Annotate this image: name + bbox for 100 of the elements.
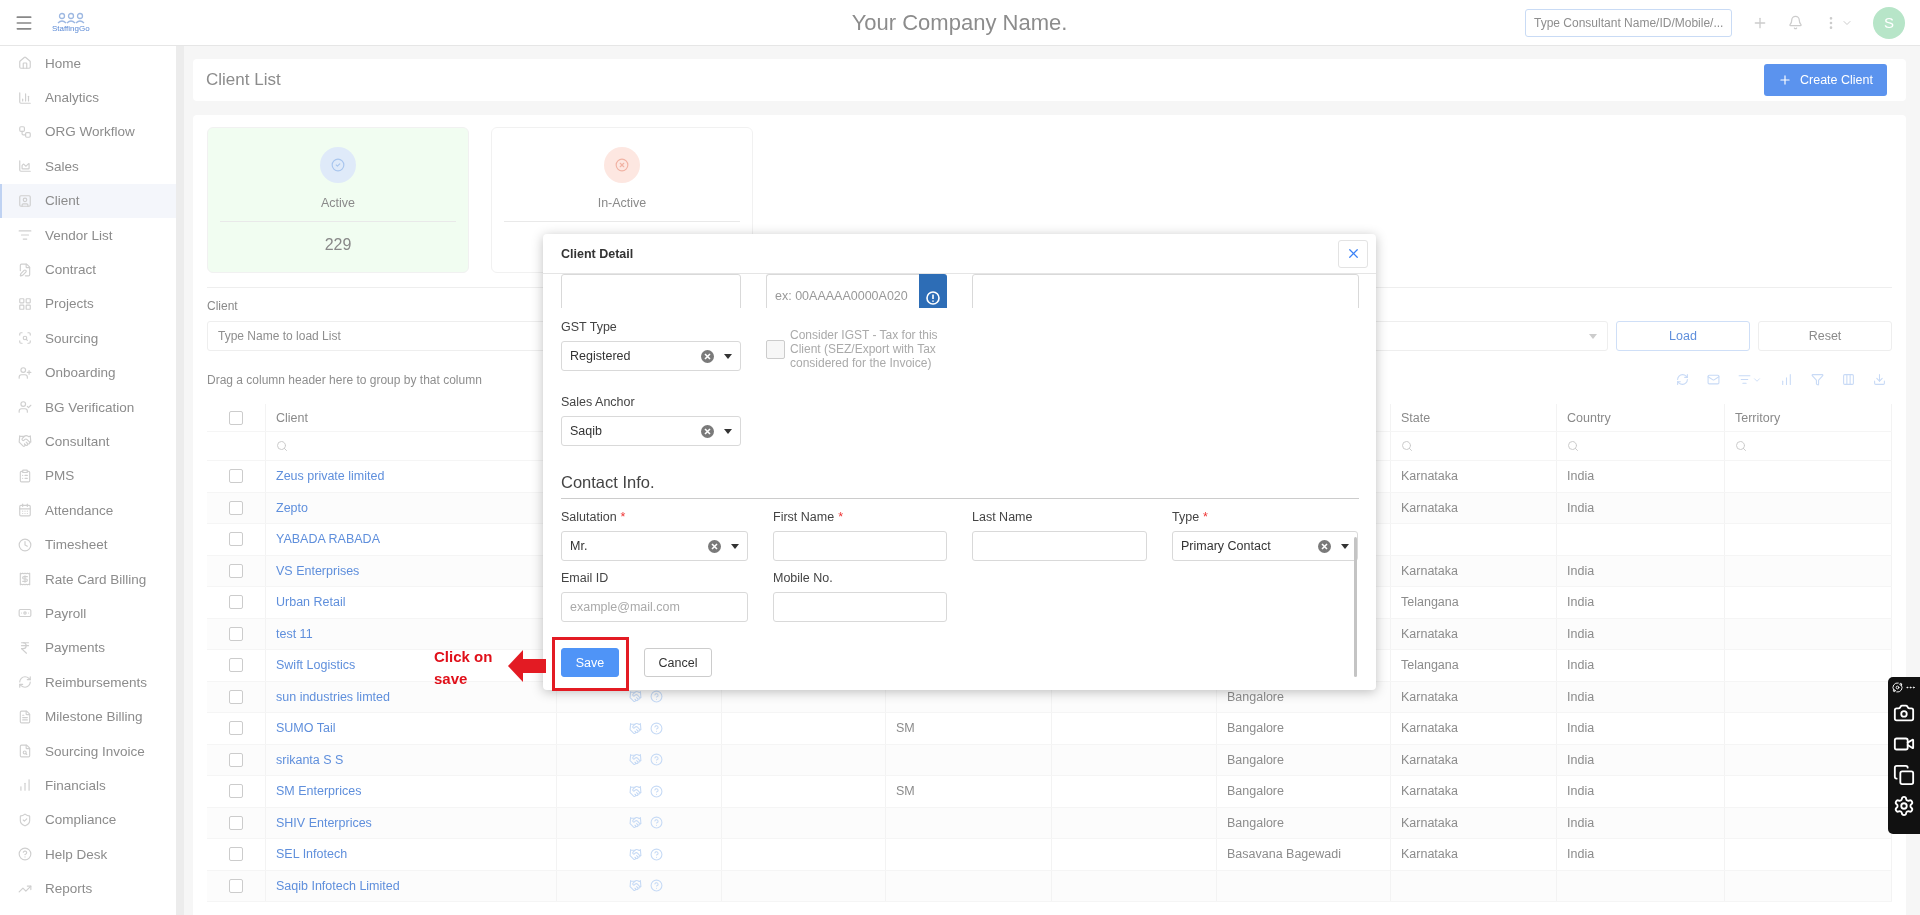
search-field[interactable]: Type Consultant Name/ID/Mobile/... xyxy=(1525,8,1732,37)
help-icon[interactable] xyxy=(650,879,663,893)
row-checkbox[interactable] xyxy=(229,815,243,830)
reset-button[interactable]: Reset xyxy=(1758,321,1892,351)
row-checkbox[interactable] xyxy=(229,721,243,736)
handshake-icon[interactable] xyxy=(629,753,642,767)
help-icon[interactable] xyxy=(650,753,663,767)
stat-card[interactable]: Active 229 xyxy=(207,127,469,273)
filter-icon[interactable] xyxy=(1811,373,1824,386)
client-link[interactable]: SM Enterprices xyxy=(276,784,362,799)
sidebar-item[interactable]: Reimbursements xyxy=(0,665,176,700)
help-icon[interactable] xyxy=(650,847,663,861)
search-icon[interactable] xyxy=(276,440,288,452)
refresh-icon[interactable] xyxy=(1676,373,1689,386)
sidebar-item[interactable]: Payroll xyxy=(0,596,176,631)
clear-icon[interactable] xyxy=(1318,539,1331,553)
input-field[interactable] xyxy=(972,531,1147,561)
help-icon[interactable] xyxy=(650,690,663,704)
caret-icon[interactable] xyxy=(731,543,739,549)
sidebar-item[interactable]: Milestone Billing xyxy=(0,699,176,734)
create-button[interactable]: Create Client xyxy=(1764,64,1887,96)
sidebar-item[interactable]: Onboarding xyxy=(0,355,176,390)
sidebar-item[interactable]: ORG Workflow xyxy=(0,114,176,150)
camera-icon[interactable] xyxy=(1893,702,1915,724)
input-field[interactable] xyxy=(773,531,947,561)
select-field[interactable]: Registered xyxy=(561,341,741,371)
clear-icon[interactable] xyxy=(708,539,721,553)
cancel-button[interactable]: Cancel xyxy=(644,648,712,677)
column-header[interactable]: Territory xyxy=(1735,410,1781,425)
client-link[interactable]: Swift Logistics xyxy=(276,658,356,673)
handshake-icon[interactable] xyxy=(629,721,642,735)
client-link[interactable]: Saqib Infotech Limited xyxy=(276,878,400,893)
info-icon[interactable] xyxy=(926,291,940,305)
column-header[interactable]: State xyxy=(1401,410,1431,425)
search-icon[interactable] xyxy=(1567,440,1579,452)
sidebar-item[interactable]: Sourcing Invoice xyxy=(0,733,176,769)
select-field[interactable]: Primary Contact xyxy=(1172,531,1358,561)
input-field[interactable]: example@mail.com xyxy=(561,592,748,622)
sort-icon[interactable] xyxy=(1738,373,1751,386)
client-link[interactable]: Zepto xyxy=(276,500,308,515)
input-field[interactable] xyxy=(561,274,741,308)
client-link[interactable]: sun industries limted xyxy=(276,689,390,704)
client-link[interactable]: Zeus private limited xyxy=(276,469,385,484)
handshake-icon[interactable] xyxy=(629,879,642,893)
sidebar-item[interactable]: Contract xyxy=(0,252,176,287)
clear-icon[interactable] xyxy=(701,349,714,363)
sidebar-item[interactable]: Compliance xyxy=(0,802,176,837)
sidebar-item[interactable]: Vendor List xyxy=(0,217,176,253)
search-icon[interactable] xyxy=(1401,440,1413,452)
close-button[interactable] xyxy=(1338,239,1368,268)
input-field[interactable] xyxy=(972,274,1359,308)
help-icon[interactable] xyxy=(650,721,663,735)
sidebar-item[interactable]: Client xyxy=(0,183,176,218)
chart-icon[interactable] xyxy=(1780,373,1793,386)
help-icon[interactable] xyxy=(650,816,663,830)
sidebar-item[interactable]: Attendance xyxy=(0,493,176,528)
sidebar-item[interactable]: Help Desk xyxy=(0,837,176,872)
sidebar-item[interactable]: Sourcing xyxy=(0,321,176,356)
row-checkbox[interactable] xyxy=(229,689,243,704)
handshake-icon[interactable] xyxy=(629,784,642,798)
handshake-icon[interactable] xyxy=(629,816,642,830)
sidebar-item[interactable]: Home xyxy=(0,46,176,81)
row-checkbox[interactable] xyxy=(229,847,243,862)
row-checkbox[interactable] xyxy=(229,658,243,673)
input-field[interactable]: ex: 00AAAAA0000A020 xyxy=(766,274,919,308)
row-checkbox[interactable] xyxy=(229,626,243,641)
info-button[interactable] xyxy=(919,274,947,308)
search-icon[interactable] xyxy=(1735,440,1747,452)
sidebar-item[interactable]: Consultant xyxy=(0,424,176,459)
sidebar-item[interactable]: PMS xyxy=(0,458,176,494)
client-link[interactable]: SHIV Enterprices xyxy=(276,815,372,830)
bell-icon[interactable] xyxy=(1788,15,1803,30)
load-button[interactable]: Load xyxy=(1616,321,1750,351)
row-checkbox[interactable] xyxy=(229,563,243,578)
client-link[interactable]: SEL Infotech xyxy=(276,847,348,862)
input-field[interactable] xyxy=(773,592,947,622)
handshake-icon[interactable] xyxy=(629,847,642,861)
save-button[interactable]: Save xyxy=(561,648,619,677)
sidebar-item[interactable]: Analytics xyxy=(0,80,176,115)
scrollbar[interactable] xyxy=(1354,537,1357,677)
handshake-icon[interactable] xyxy=(629,690,642,704)
checkbox[interactable] xyxy=(229,410,243,425)
column-header[interactable]: Country xyxy=(1567,410,1611,425)
sidebar-item[interactable]: BG Verification xyxy=(0,389,176,425)
sidebar-item[interactable]: Timesheet xyxy=(0,527,176,562)
caret-icon[interactable] xyxy=(724,353,732,359)
row-checkbox[interactable] xyxy=(229,752,243,767)
caret-icon[interactable] xyxy=(724,428,732,434)
row-checkbox[interactable] xyxy=(229,469,243,484)
settings-icon[interactable] xyxy=(1893,795,1915,817)
row-checkbox[interactable] xyxy=(229,532,243,547)
row-checkbox[interactable] xyxy=(229,595,243,610)
download-icon[interactable] xyxy=(1873,373,1886,386)
sidebar-item[interactable]: Sales xyxy=(0,149,176,184)
help-icon[interactable] xyxy=(650,784,663,798)
client-link[interactable]: YABADA RABADA xyxy=(276,532,380,547)
select-field[interactable]: Saqib xyxy=(561,416,741,446)
sidebar-item[interactable]: Financials xyxy=(0,768,176,803)
client-link[interactable]: srikanta S S xyxy=(276,752,344,767)
caret-icon[interactable] xyxy=(1341,543,1349,549)
